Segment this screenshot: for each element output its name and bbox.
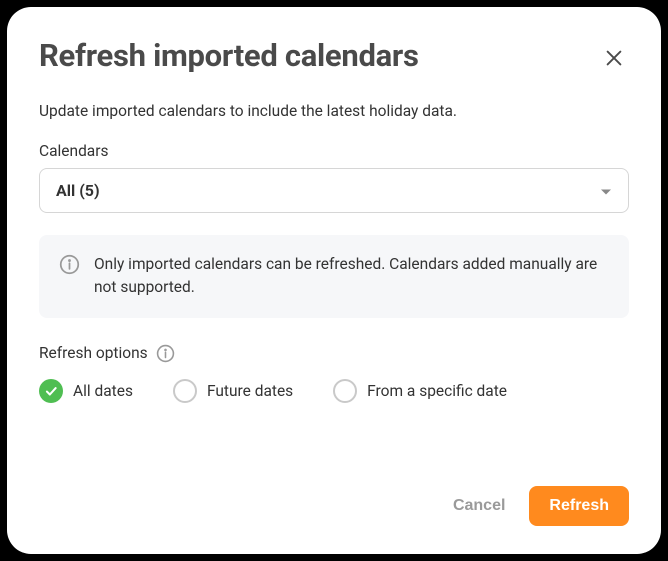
- refresh-options-radios: All dates Future dates From a specific d…: [39, 379, 629, 403]
- radio-label: From a specific date: [367, 382, 507, 400]
- calendars-label: Calendars: [39, 142, 629, 160]
- radio-indicator: [39, 379, 63, 403]
- close-icon: [603, 47, 625, 69]
- calendars-select[interactable]: All (5): [39, 168, 629, 213]
- refresh-options-label-row: Refresh options: [39, 344, 629, 363]
- modal-header: Refresh imported calendars: [39, 37, 629, 74]
- calendars-select-wrap: All (5): [39, 168, 629, 213]
- info-icon[interactable]: [156, 344, 175, 363]
- refresh-options-label: Refresh options: [39, 344, 148, 362]
- radio-indicator: [333, 379, 357, 403]
- refresh-calendars-modal: Refresh imported calendars Update import…: [7, 7, 661, 554]
- calendars-select-value: All (5): [56, 181, 100, 200]
- modal-description: Update imported calendars to include the…: [39, 102, 629, 120]
- modal-title: Refresh imported calendars: [39, 37, 419, 74]
- radio-label: Future dates: [207, 382, 293, 400]
- radio-label: All dates: [73, 382, 133, 400]
- check-icon: [44, 384, 58, 398]
- chevron-down-icon: [600, 181, 612, 200]
- info-banner: Only imported calendars can be refreshed…: [39, 235, 629, 318]
- refresh-button[interactable]: Refresh: [529, 486, 629, 526]
- radio-from-specific-date[interactable]: From a specific date: [333, 379, 507, 403]
- close-button[interactable]: [599, 43, 629, 73]
- cancel-button[interactable]: Cancel: [453, 497, 505, 515]
- info-icon: [59, 254, 80, 279]
- radio-all-dates[interactable]: All dates: [39, 379, 133, 403]
- radio-future-dates[interactable]: Future dates: [173, 379, 293, 403]
- modal-footer: Cancel Refresh: [39, 486, 629, 526]
- info-text: Only imported calendars can be refreshed…: [94, 253, 609, 300]
- radio-indicator: [173, 379, 197, 403]
